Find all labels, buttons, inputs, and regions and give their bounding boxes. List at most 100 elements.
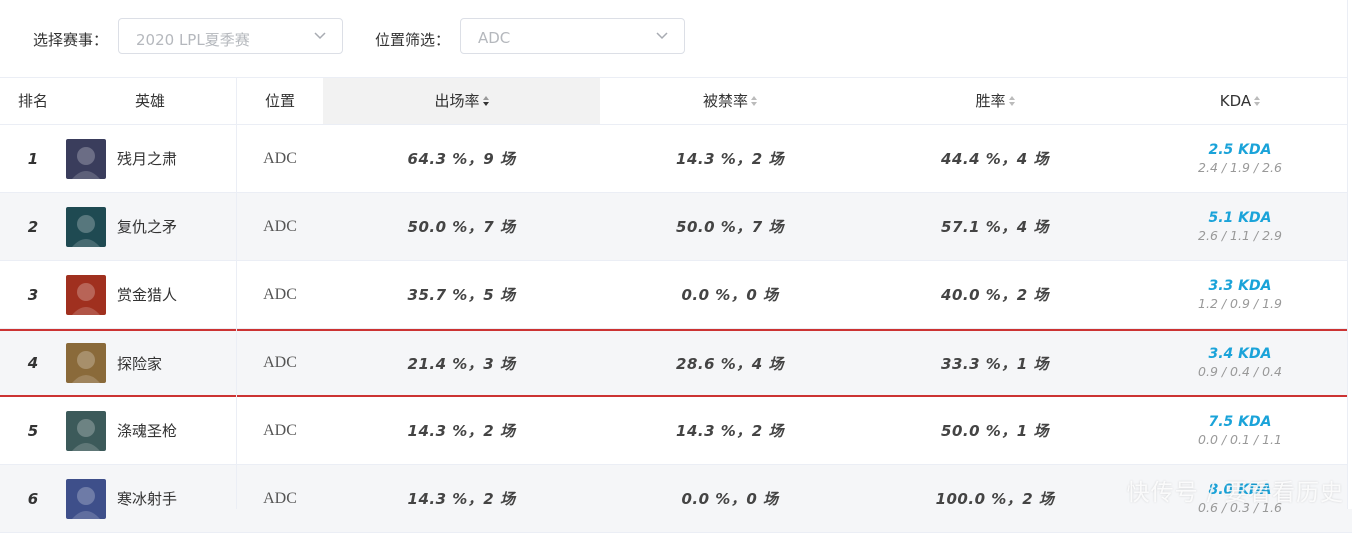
pick-rate-cell: 35.7 %， 5 场 xyxy=(323,261,600,328)
header-win-rate-label: 胜率 xyxy=(975,92,1006,110)
event-select[interactable]: 2020 LPL夏季赛 xyxy=(118,18,343,54)
rank-number: 6 xyxy=(27,489,39,508)
hero-cell[interactable]: 涤魂圣枪 xyxy=(66,397,177,464)
event-select-value: 2020 LPL夏季赛 xyxy=(136,31,250,49)
ban-games-value: 4 场 xyxy=(751,354,784,373)
win-rate-cell: 57.1 %， 4 场 xyxy=(860,193,1130,260)
pick-games-value: 2 场 xyxy=(483,490,516,508)
header-kda-label: KDA xyxy=(1219,92,1252,110)
position-filter-label: 位置筛选： xyxy=(375,31,451,49)
pick-games-value: 3 场 xyxy=(483,354,516,373)
header-ban-rate[interactable]: 被禁率 xyxy=(600,78,860,124)
hero-cell[interactable]: 赏金猎人 xyxy=(66,261,177,328)
kda-cell: 7.5 KDA 0.0 / 0.1 / 1.1 xyxy=(1130,397,1350,464)
kda-value: 2.5 KDA xyxy=(1208,141,1272,158)
hero-avatar xyxy=(66,478,106,519)
hero-avatar xyxy=(66,343,106,383)
position-select[interactable]: ADC xyxy=(460,18,685,54)
ban-rate-cell: 28.6 %， 4 场 xyxy=(600,331,860,395)
pick-games-value: 5 场 xyxy=(483,286,516,304)
position-value: ADC xyxy=(263,217,297,235)
hero-avatar xyxy=(66,410,106,451)
sort-icon xyxy=(482,95,489,106)
position-cell: ADC xyxy=(237,193,323,260)
win-games-value: 2 场 xyxy=(1016,286,1049,304)
rank-number: 3 xyxy=(27,285,39,304)
rank-cell: 2 xyxy=(0,193,66,260)
hero-cell[interactable]: 寒冰射手 xyxy=(66,465,177,532)
win-games-value: 1 场 xyxy=(1016,354,1049,373)
pick-rate-value: 21.4 %， xyxy=(407,354,484,373)
ban-rate-value: 50.0 %， xyxy=(676,218,752,236)
position-value: ADC xyxy=(263,489,297,507)
position-cell: ADC xyxy=(237,331,323,395)
ban-games-value: 7 场 xyxy=(751,218,784,236)
win-rate-value: 44.4 %， xyxy=(941,150,1017,168)
rank-cell: 3 xyxy=(0,261,66,328)
header-kda[interactable]: KDA xyxy=(1130,78,1350,124)
pick-games-value: 2 场 xyxy=(483,422,516,440)
hero-cell[interactable]: 残月之肃 xyxy=(66,125,177,192)
table-row[interactable]: 3 赏金猎人 ADC 35.7 %， 5 场 0.0 %， 0 场 40.0 %， 2… xyxy=(0,261,1352,329)
ban-games-value: 0 场 xyxy=(746,286,779,304)
rank-cell: 6 xyxy=(0,465,66,532)
event-filter-label: 选择赛事： xyxy=(33,31,109,49)
kda-value: 3.4 KDA xyxy=(1208,346,1272,362)
hero-name: 残月之肃 xyxy=(117,150,178,168)
ban-rate-cell: 0.0 %， 0 场 xyxy=(600,465,860,532)
win-games-value: 4 场 xyxy=(1016,218,1049,236)
kda-detail: 2.4 / 1.9 / 2.6 xyxy=(1198,159,1282,175)
pick-rate-value: 14.3 %， xyxy=(407,490,484,508)
hero-cell[interactable]: 探险家 xyxy=(66,331,162,395)
pick-games-value: 9 场 xyxy=(483,150,516,168)
hero-avatar xyxy=(66,138,106,179)
hero-name: 涤魂圣枪 xyxy=(117,422,178,440)
table-body: 1 残月之肃 ADC 64.3 %， 9 场 14.3 %， 2 场 44.4 %，… xyxy=(0,125,1352,533)
kda-cell: 3.3 KDA 1.2 / 0.9 / 1.9 xyxy=(1130,261,1350,328)
rank-number: 2 xyxy=(27,217,39,236)
filter-bar: 选择赛事： 2020 LPL夏季赛 位置筛选： ADC xyxy=(0,0,1352,76)
hero-name: 复仇之矛 xyxy=(117,218,178,236)
rank-cell: 1 xyxy=(0,125,66,192)
ban-rate-value: 0.0 %， xyxy=(681,490,747,508)
sort-icon xyxy=(751,95,757,106)
hero-name: 寒冰射手 xyxy=(117,490,178,508)
header-rank: 排名 xyxy=(17,92,48,110)
win-rate-cell: 40.0 %， 2 场 xyxy=(860,261,1130,328)
kda-detail: 0.9 / 0.4 / 0.4 xyxy=(1198,364,1282,379)
pick-rate-cell: 14.3 %， 2 场 xyxy=(323,397,600,464)
table-row[interactable]: 5 涤魂圣枪 ADC 14.3 %， 2 场 14.3 %， 2 场 50.0 %，… xyxy=(0,397,1352,465)
chevron-down-icon xyxy=(656,32,668,40)
position-value: ADC xyxy=(263,354,297,371)
ban-rate-cell: 14.3 %， 2 场 xyxy=(600,125,860,192)
pick-rate-value: 50.0 %， xyxy=(407,218,484,236)
win-rate-cell: 50.0 %， 1 场 xyxy=(860,397,1130,464)
win-rate-value: 100.0 %， xyxy=(935,490,1023,508)
column-divider xyxy=(236,77,237,509)
table-row[interactable]: 2 复仇之矛 ADC 50.0 %， 7 场 50.0 %， 7 场 57.1 %，… xyxy=(0,193,1352,261)
scrollbar-track[interactable] xyxy=(1347,0,1352,509)
position-cell: ADC xyxy=(237,125,323,192)
hero-cell[interactable]: 复仇之矛 xyxy=(66,193,177,260)
ban-rate-value: 0.0 %， xyxy=(681,286,747,304)
position-value: ADC xyxy=(263,149,297,167)
ban-rate-value: 14.3 %， xyxy=(676,150,752,168)
sort-icon xyxy=(1254,95,1261,106)
win-rate-value: 33.3 %， xyxy=(941,354,1017,373)
table-row[interactable]: 1 残月之肃 ADC 64.3 %， 9 场 14.3 %， 2 场 44.4 %，… xyxy=(0,125,1352,193)
ban-rate-value: 14.3 %， xyxy=(676,422,752,440)
pick-rate-cell: 64.3 %， 9 场 xyxy=(323,125,600,192)
hero-avatar xyxy=(66,206,106,247)
pick-rate-cell: 21.4 %， 3 场 xyxy=(323,331,600,395)
header-pick-rate[interactable]: 出场率 xyxy=(323,78,600,124)
win-rate-value: 50.0 %， xyxy=(941,422,1017,440)
table-row[interactable]: 4 探险家 ADC 21.4 %， 3 场 28.6 %， 4 场 33.3 %， 1… xyxy=(0,329,1352,397)
rank-number: 4 xyxy=(27,354,39,372)
header-win-rate[interactable]: 胜率 xyxy=(860,78,1130,124)
pick-rate-value: 35.7 %， xyxy=(407,286,484,304)
table-header: 排名 英雄 位置 出场率 被禁率 胜率 KDA xyxy=(0,78,1352,125)
win-rate-value: 40.0 %， xyxy=(941,286,1017,304)
rank-number: 1 xyxy=(27,149,39,168)
rank-cell: 4 xyxy=(0,331,66,395)
kda-cell: 3.4 KDA 0.9 / 0.4 / 0.4 xyxy=(1130,331,1350,395)
